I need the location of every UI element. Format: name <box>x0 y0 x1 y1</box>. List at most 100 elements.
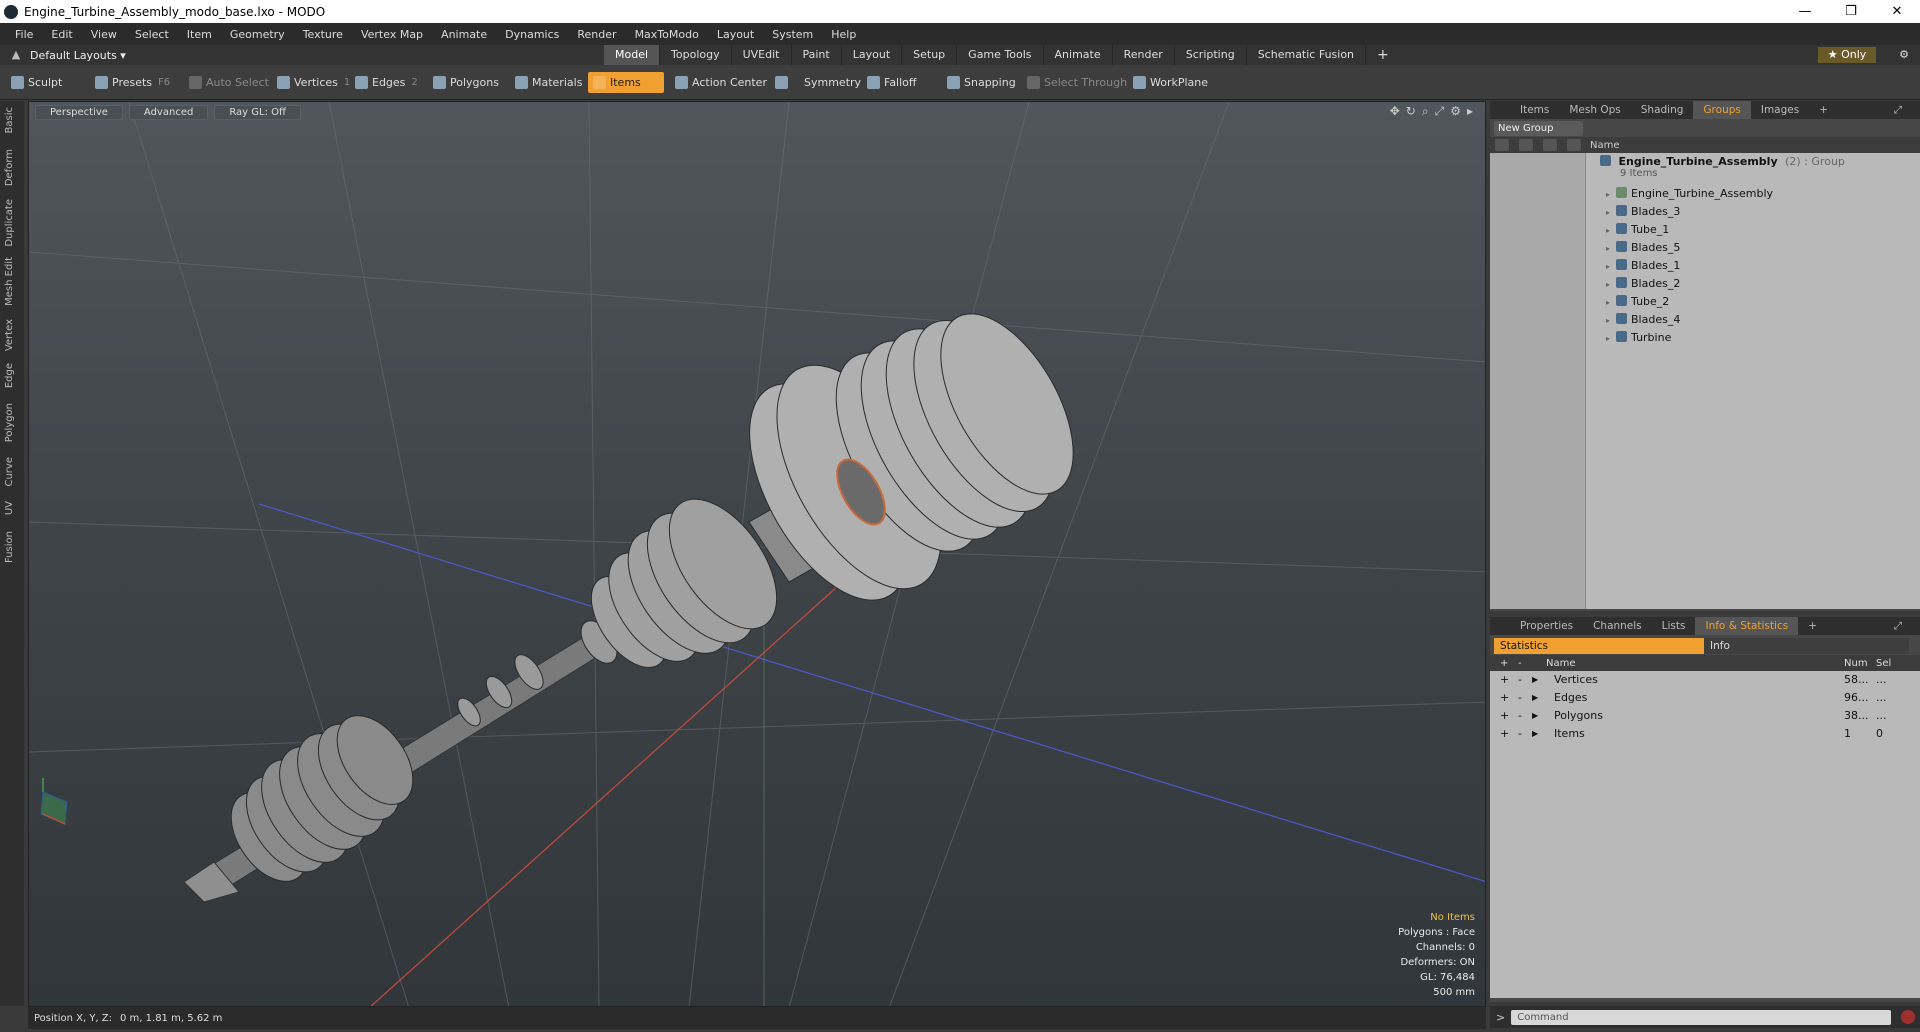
lefttab-basic[interactable]: Basic <box>4 107 15 133</box>
lefttab-polygon[interactable]: Polygon <box>4 403 15 442</box>
expand-all-icon[interactable]: + <box>1500 658 1508 669</box>
lefttab-duplicate[interactable]: Duplicate <box>4 199 15 247</box>
new-group-button[interactable]: New Group <box>1494 121 1584 136</box>
collapse-icon[interactable]: - <box>1518 725 1522 743</box>
viewport-settings-icon[interactable]: ⚙ <box>1450 104 1461 119</box>
expand-panel-icon[interactable]: ⤢ <box>1884 617 1912 635</box>
lefttab-vertex[interactable]: Vertex <box>4 319 15 351</box>
num-column-header[interactable]: Num <box>1844 658 1868 669</box>
raygl-button[interactable]: Ray GL: Off <box>214 104 301 120</box>
list-item[interactable]: ▸ Blades_2 <box>1490 275 1920 293</box>
sculpt-button[interactable]: Sculpt <box>6 72 67 93</box>
command-input[interactable]: Command <box>1511 1009 1892 1025</box>
workplane-button[interactable]: WorkPlane <box>1128 72 1213 93</box>
list-item[interactable]: ▸ Blades_4 <box>1490 311 1920 329</box>
falloff-button[interactable]: Falloff <box>862 72 921 93</box>
view-mode-button[interactable]: Perspective <box>35 104 123 120</box>
close-button[interactable]: ✕ <box>1874 0 1920 23</box>
tab-setup[interactable]: Setup <box>902 45 958 65</box>
tab-properties[interactable]: Properties <box>1510 617 1583 635</box>
name-column-header[interactable]: Name <box>1590 140 1620 151</box>
name-column-header[interactable]: Name <box>1546 658 1576 669</box>
menu-view[interactable]: View <box>82 28 126 41</box>
table-row[interactable]: + - ▶ Edges 96... ... <box>1490 689 1920 707</box>
list-item[interactable]: ▸ Engine_Turbine_Assembly <box>1490 185 1920 203</box>
tab-scripting[interactable]: Scripting <box>1175 45 1247 65</box>
action-center-button[interactable]: Action Center <box>670 72 772 93</box>
menu-vertex-map[interactable]: Vertex Map <box>352 28 432 41</box>
add-panel-tab-icon[interactable]: + <box>1798 617 1827 635</box>
gear-icon[interactable]: ⚙ <box>1894 45 1914 65</box>
lefttab-edge[interactable]: Edge <box>4 363 15 388</box>
expand-icon[interactable]: + <box>1500 725 1509 743</box>
viewport-menu-arrow-icon[interactable]: ▸ <box>1467 104 1473 119</box>
symmetry-button[interactable]: Symmetry <box>770 72 866 93</box>
list-item[interactable]: ▸ Blades_3 <box>1490 203 1920 221</box>
expand-icon[interactable]: + <box>1500 671 1509 689</box>
stop-icon[interactable] <box>1901 1010 1916 1024</box>
tab-items[interactable]: Items <box>1510 101 1559 119</box>
select-through-button[interactable]: Select Through <box>1022 72 1132 93</box>
add-panel-tab-icon[interactable]: + <box>1809 101 1838 119</box>
edges-button[interactable]: Edges 2 <box>350 72 423 93</box>
tab-lists[interactable]: Lists <box>1652 617 1696 635</box>
list-item[interactable]: ▸ Tube_2 <box>1490 293 1920 311</box>
tab-topology[interactable]: Topology <box>660 45 732 65</box>
lefttab-deform[interactable]: Deform <box>4 149 15 186</box>
render-column-icon[interactable] <box>1519 139 1533 151</box>
menu-system[interactable]: System <box>763 28 822 41</box>
tab-paint[interactable]: Paint <box>792 45 842 65</box>
collapse-icon[interactable]: - <box>1518 671 1522 689</box>
maximize-button[interactable]: ❐ <box>1828 0 1874 23</box>
tab-schematic-fusion[interactable]: Schematic Fusion <box>1247 45 1367 65</box>
menu-geometry[interactable]: Geometry <box>221 28 294 41</box>
menu-texture[interactable]: Texture <box>294 28 352 41</box>
pan-icon[interactable]: ✥ <box>1390 104 1400 119</box>
tab-groups[interactable]: Groups <box>1693 101 1751 119</box>
table-row[interactable]: + - ▶ Items 1 0 <box>1490 725 1920 743</box>
3d-viewport[interactable]: Perspective Advanced Ray GL: Off ✥ ↻ ⌕ ⤢… <box>28 101 1486 1007</box>
polygons-button[interactable]: Polygons <box>428 72 504 93</box>
materials-button[interactable]: Materials <box>510 72 587 93</box>
menu-file[interactable]: File <box>6 28 42 41</box>
tab-channels[interactable]: Channels <box>1583 617 1652 635</box>
disclosure-arrow-icon[interactable]: ▶ <box>1532 725 1538 743</box>
menu-dynamics[interactable]: Dynamics <box>496 28 568 41</box>
snapping-button[interactable]: Snapping <box>942 72 1021 93</box>
menu-select[interactable]: Select <box>126 28 178 41</box>
presets-button[interactable]: Presets F6 <box>90 72 175 93</box>
expand-icon[interactable]: + <box>1500 707 1509 725</box>
collapse-icon[interactable]: - <box>1518 707 1522 725</box>
menu-edit[interactable]: Edit <box>42 28 81 41</box>
sel-column-header[interactable]: Sel <box>1876 658 1891 669</box>
tab-game-tools[interactable]: Game Tools <box>957 45 1044 65</box>
tab-info-statistics[interactable]: Info & Statistics <box>1695 617 1799 635</box>
disclosure-arrow-icon[interactable]: ▶ <box>1532 689 1538 707</box>
select-column-icon[interactable] <box>1567 139 1581 151</box>
tab-model[interactable]: Model <box>604 45 661 65</box>
list-item[interactable]: ▸ Tube_1 <box>1490 221 1920 239</box>
tab-render[interactable]: Render <box>1113 45 1175 65</box>
menu-item[interactable]: Item <box>178 28 221 41</box>
menu-maxtomodo[interactable]: MaxToModo <box>626 28 708 41</box>
items-button[interactable]: Items <box>588 72 664 93</box>
add-tab-icon[interactable]: + <box>1366 45 1400 65</box>
minimize-button[interactable]: — <box>1782 0 1828 23</box>
tab-mesh-ops[interactable]: Mesh Ops <box>1559 101 1630 119</box>
tab-statistics[interactable]: Statistics <box>1494 638 1704 654</box>
layout-menu-icon[interactable]: ▲ <box>8 47 24 63</box>
disclosure-arrow-icon[interactable]: ▶ <box>1532 671 1538 689</box>
lefttab-fusion[interactable]: Fusion <box>4 531 15 563</box>
zoom-icon[interactable]: ⌕ <box>1422 104 1429 119</box>
fit-icon[interactable]: ⤢ <box>1435 104 1445 119</box>
tab-images[interactable]: Images <box>1751 101 1809 119</box>
menu-layout[interactable]: Layout <box>708 28 763 41</box>
expand-icon[interactable]: + <box>1500 689 1509 707</box>
list-item[interactable]: ▸ Blades_1 <box>1490 257 1920 275</box>
only-toggle[interactable]: ★ Only <box>1818 47 1876 63</box>
lefttab-uv[interactable]: UV <box>4 501 15 515</box>
auto-select-button[interactable]: Auto Select <box>184 72 274 93</box>
tab-info[interactable]: Info <box>1704 638 1909 654</box>
collapse-all-icon[interactable]: - <box>1518 658 1522 669</box>
menu-animate[interactable]: Animate <box>432 28 496 41</box>
